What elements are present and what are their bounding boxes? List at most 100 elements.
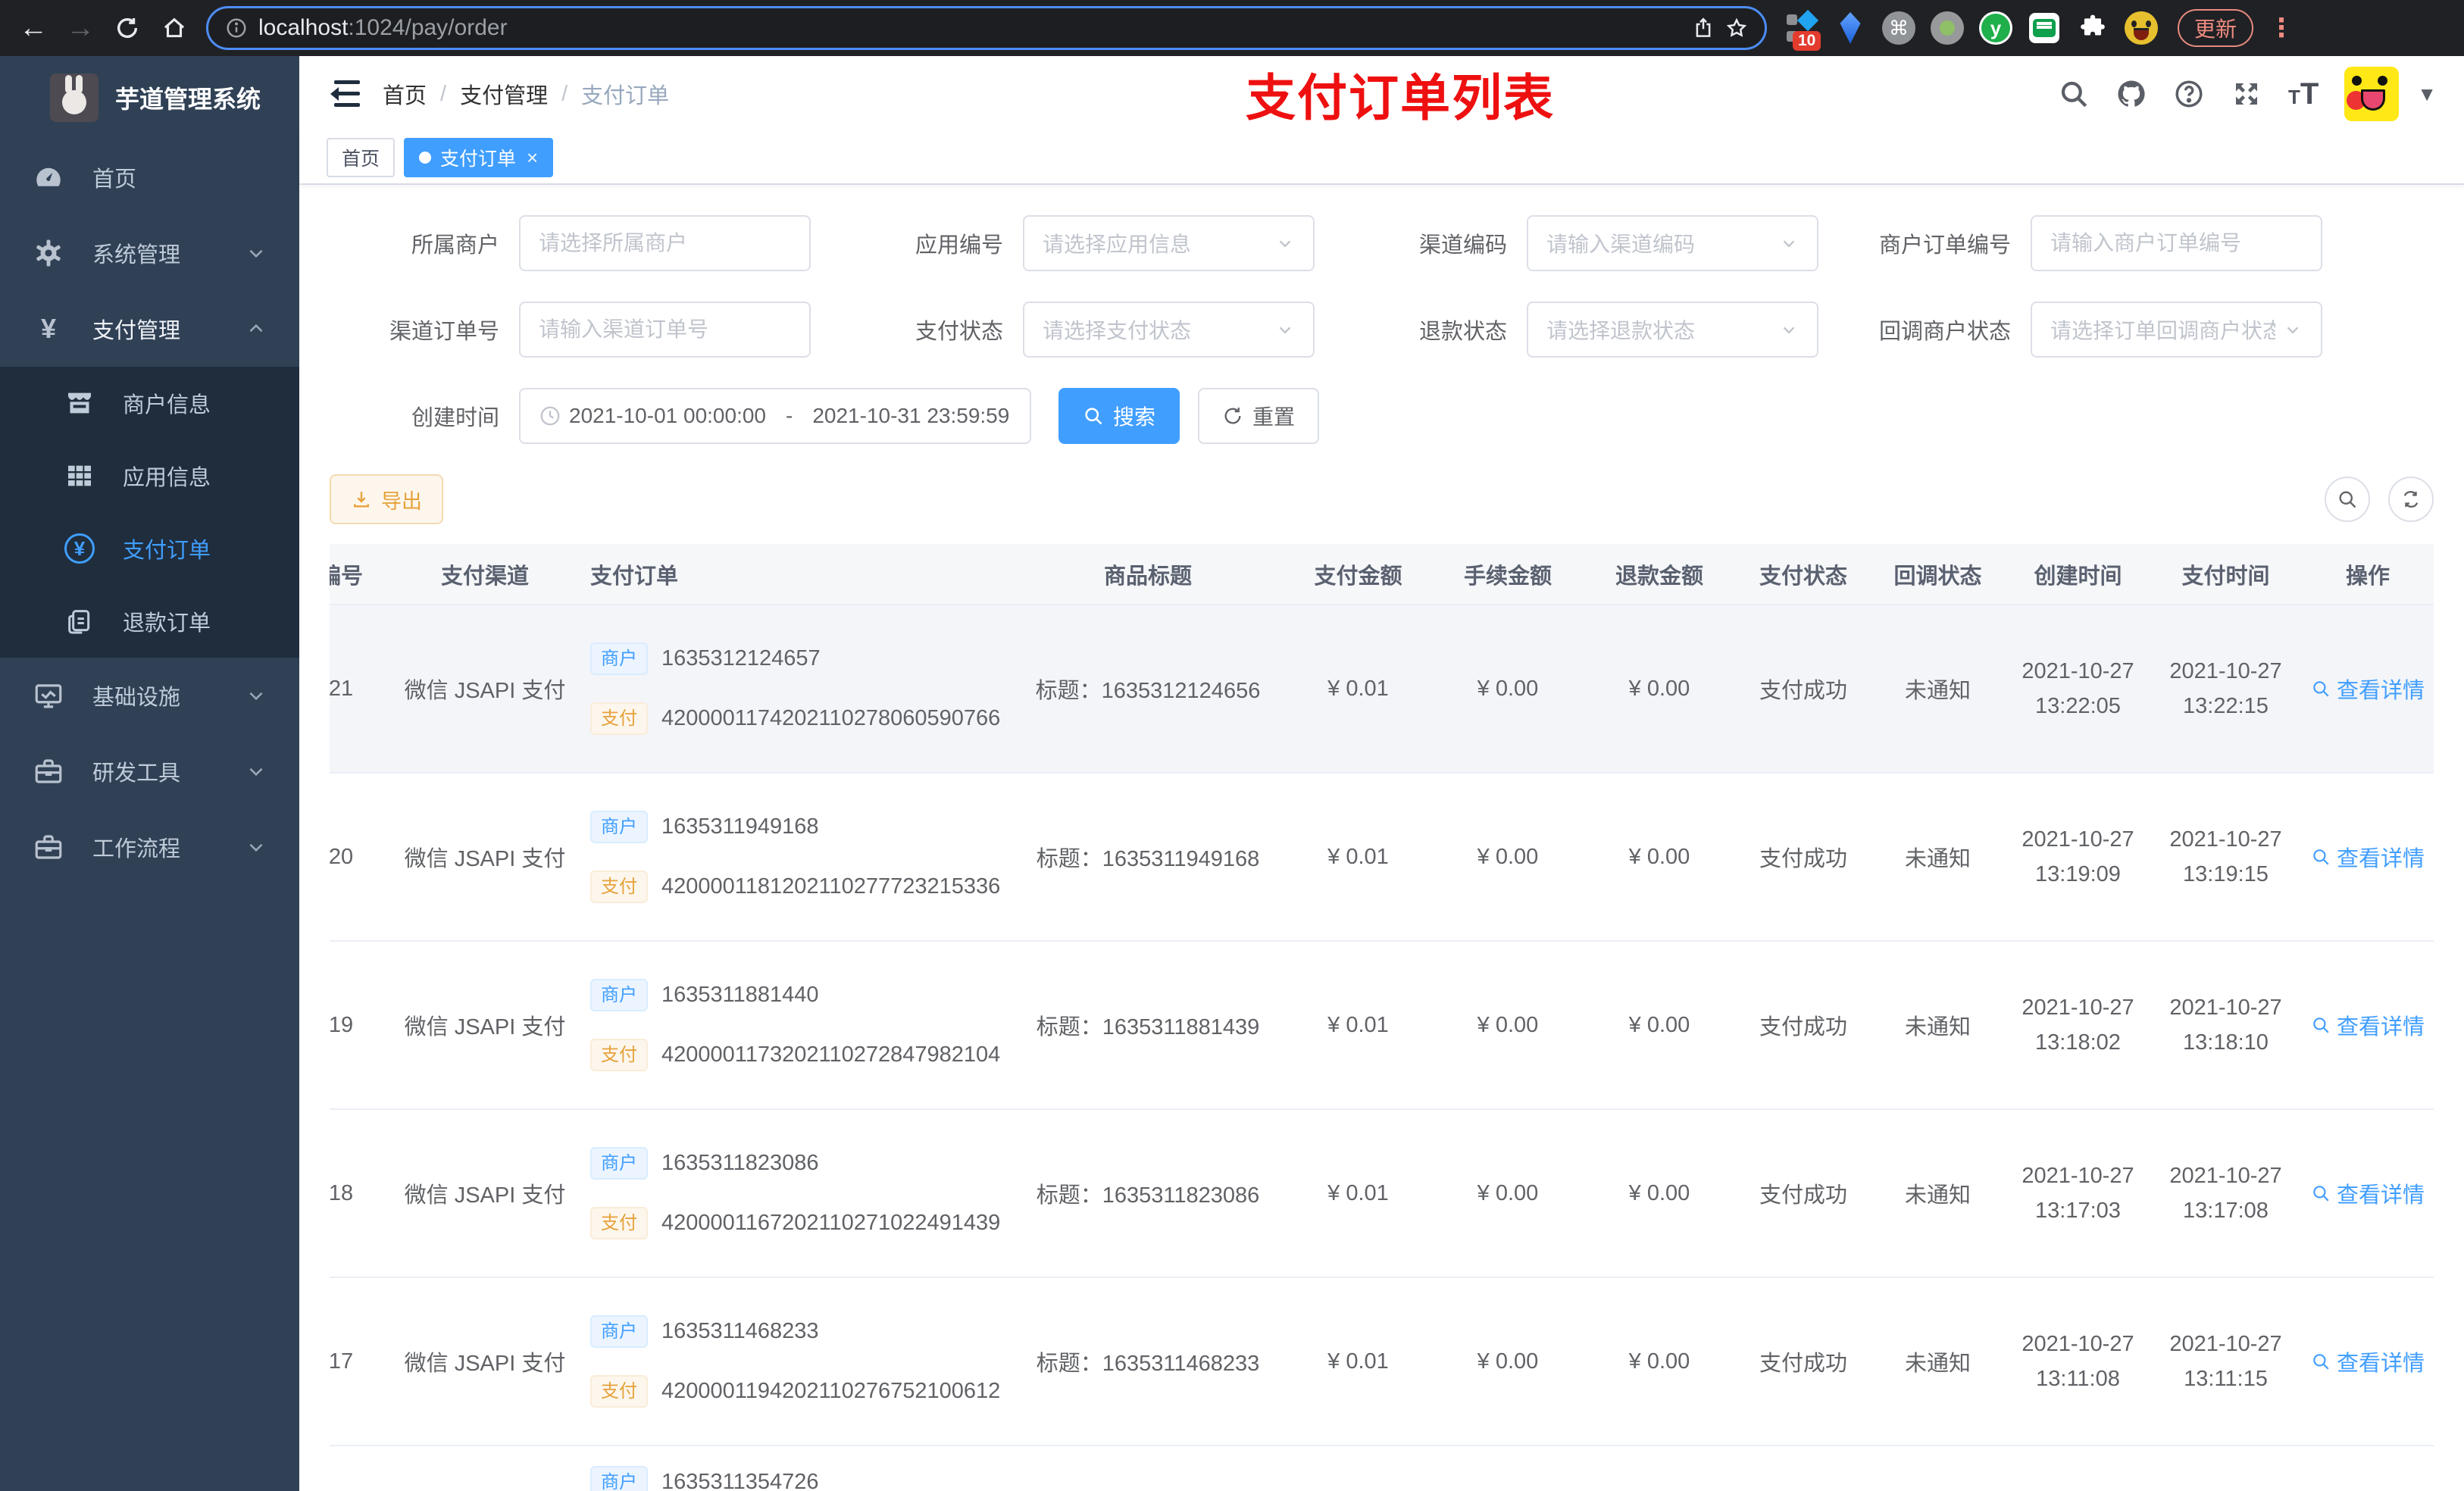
font-size-icon[interactable]: TT xyxy=(2288,77,2319,111)
notify-status-select[interactable]: 请选择订单回调商户状态 xyxy=(2031,302,2322,358)
home-button[interactable] xyxy=(155,8,194,48)
pay-order-no: 4200001194202110276752100612 xyxy=(661,1379,1001,1404)
tag-pay-order[interactable]: 支付订单 × xyxy=(404,138,554,177)
refund-status-select[interactable]: 请选择退款状态 xyxy=(1527,302,1818,358)
date-range-picker[interactable]: 2021-10-01 00:00:00 - 2021-10-31 23:59:5… xyxy=(519,388,1031,444)
cell-pay-time: 2021-10-27 13:18:10 xyxy=(2152,941,2300,1110)
forward-button[interactable]: → xyxy=(61,8,100,48)
channel-order-no-input[interactable] xyxy=(539,317,791,342)
github-icon[interactable] xyxy=(2115,78,2147,110)
merchant-order-no: 1635311949168 xyxy=(661,814,819,839)
filter-label-pay-status: 支付状态 xyxy=(915,320,1003,344)
sidebar-item-label: 支付订单 xyxy=(123,539,211,563)
table-row-partial[interactable]: 商户 1635311354726 xyxy=(330,1446,2434,1491)
table-row[interactable]: 21 微信 JSAPI 支付 商户 1635312124657 支付 4200001… xyxy=(330,605,2434,774)
search-icon xyxy=(2313,849,2329,865)
extension-diamond-icon[interactable]: 10 xyxy=(1785,9,1821,51)
view-detail-link[interactable]: 查看详情 xyxy=(2311,673,2425,705)
page-title-annotation: 支付订单列表 xyxy=(1245,70,1555,126)
address-bar[interactable]: localhost:1024/pay/order xyxy=(206,6,1767,50)
avatar[interactable] xyxy=(2344,67,2400,121)
extension-command-icon[interactable]: ⌘ xyxy=(1882,11,1915,45)
merchant-order-no-input[interactable] xyxy=(2050,231,2303,255)
sidebar-item-infrastructure[interactable]: 基础设施 xyxy=(0,658,299,733)
sidebar-item-workflow[interactable]: 工作流程 xyxy=(0,809,299,885)
table-row[interactable]: 18 微信 JSAPI 支付 商户 1635311823086 支付 4200001… xyxy=(330,1109,2434,1278)
breadcrumb-current: 支付订单 xyxy=(581,84,670,108)
pay-status-select[interactable]: 请选择支付状态 xyxy=(1023,302,1315,358)
breadcrumb-pay[interactable]: 支付管理 xyxy=(460,78,548,110)
sidebar-item-pay-order[interactable]: ¥ 支付订单 xyxy=(0,512,299,585)
extension-chat-icon[interactable] xyxy=(2028,11,2061,45)
sidebar-item-app-info[interactable]: 应用信息 xyxy=(0,439,299,512)
view-detail-link[interactable]: 查看详情 xyxy=(2311,1346,2425,1377)
sidebar-item-system[interactable]: 系统管理 xyxy=(0,215,299,291)
browser-update-button[interactable]: 更新 xyxy=(2178,9,2254,47)
refresh-table-button[interactable] xyxy=(2388,477,2434,522)
col-create-time: 创建时间 xyxy=(2004,544,2152,605)
filter-label-merchant-order-no: 商户订单编号 xyxy=(1878,233,2011,258)
browser-menu-icon[interactable]: ⋮ xyxy=(2269,13,2294,43)
cell-fee: ¥ 0.00 xyxy=(1432,773,1584,942)
toggle-search-button[interactable] xyxy=(2325,477,2370,522)
merchant-order-tag: 商户 xyxy=(590,1314,648,1348)
cell-fee: ¥ 0.00 xyxy=(1432,1277,1584,1446)
export-button[interactable]: 导出 xyxy=(330,474,443,524)
sidebar-item-label: 基础设施 xyxy=(92,686,181,710)
reload-button[interactable] xyxy=(108,8,147,48)
sidebar-item-merchant-info[interactable]: 商户信息 xyxy=(0,367,299,439)
merchant-input[interactable] xyxy=(539,231,791,255)
sidebar-item-dev-tools[interactable]: 研发工具 xyxy=(0,733,299,809)
search-button[interactable]: 搜索 xyxy=(1058,388,1180,444)
app-select[interactable]: 请选择应用信息 xyxy=(1023,215,1315,271)
col-amount: 支付金额 xyxy=(1284,544,1432,605)
view-detail-link[interactable]: 查看详情 xyxy=(2311,1009,2425,1041)
view-detail-link[interactable]: 查看详情 xyxy=(2311,1177,2425,1209)
reset-button[interactable]: 重置 xyxy=(1198,388,1320,444)
channel-code-select[interactable]: 请输入渠道编码 xyxy=(1527,215,1818,271)
extension-gem-icon[interactable] xyxy=(1834,11,1867,45)
extensions-puzzle-icon[interactable] xyxy=(2076,11,2109,45)
cell-title: 标题：1635311468233 xyxy=(1012,1277,1284,1446)
tag-home[interactable]: 首页 xyxy=(327,138,396,177)
help-icon[interactable] xyxy=(2173,78,2205,110)
site-info-icon[interactable] xyxy=(225,17,248,39)
view-detail-link[interactable]: 查看详情 xyxy=(2311,841,2425,873)
pay-order-no: 4200001167202110271022491439 xyxy=(661,1211,1001,1236)
app-logo-row[interactable]: 芋道管理系统 xyxy=(0,56,299,139)
sidebar-item-home[interactable]: 首页 xyxy=(0,139,299,215)
caret-down-icon[interactable]: ▼ xyxy=(2417,83,2437,106)
sidebar-item-label: 研发工具 xyxy=(92,761,181,786)
cell-channel: 微信 JSAPI 支付 xyxy=(390,1109,580,1278)
chevron-down-icon xyxy=(1779,320,1799,339)
sidebar-item-refund-order[interactable]: 退款订单 xyxy=(0,585,299,658)
sidebar-item-label: 应用信息 xyxy=(123,466,211,490)
chevron-up-icon xyxy=(246,319,266,339)
sidebar-collapse-icon[interactable] xyxy=(327,79,360,109)
extension-record-icon[interactable] xyxy=(1931,11,1964,45)
extension-emoji-icon[interactable] xyxy=(2125,11,2158,45)
clock-icon xyxy=(540,406,560,426)
chevron-down-icon xyxy=(246,686,266,705)
breadcrumb-home[interactable]: 首页 xyxy=(383,78,427,110)
cell-create-time: 2021-10-27 13:22:05 xyxy=(2004,605,2152,774)
toolbox-icon xyxy=(30,755,67,787)
url-text: localhost:1024/pay/order xyxy=(258,15,508,40)
share-icon[interactable] xyxy=(1692,17,1715,39)
cell-order: 商户 1635311823086 支付 4200001167202110271022… xyxy=(580,1109,1012,1278)
table-row[interactable]: 20 微信 JSAPI 支付 商户 1635311949168 支付 4200001… xyxy=(330,773,2434,942)
cell-id: 17 xyxy=(330,1277,390,1446)
fullscreen-icon[interactable] xyxy=(2231,78,2262,110)
extension-y-icon[interactable]: y xyxy=(1979,11,2012,45)
filter-label-channel-order-no: 渠道订单号 xyxy=(389,320,499,344)
table-row[interactable]: 19 微信 JSAPI 支付 商户 1635311881440 支付 4200001… xyxy=(330,941,2434,1110)
cell-actions: 查看详情 xyxy=(2300,605,2434,774)
sidebar-item-payment[interactable]: ¥ 支付管理 xyxy=(0,291,299,367)
table-row[interactable]: 17 微信 JSAPI 支付 商户 1635311468233 支付 4200001… xyxy=(330,1277,2434,1446)
search-icon xyxy=(2339,491,2356,508)
back-button[interactable]: ← xyxy=(14,8,53,48)
merchant-order-tag: 商户 xyxy=(590,1146,648,1180)
bookmark-star-icon[interactable] xyxy=(1725,17,1748,39)
close-icon[interactable]: × xyxy=(527,146,538,170)
search-icon[interactable] xyxy=(2058,78,2090,110)
